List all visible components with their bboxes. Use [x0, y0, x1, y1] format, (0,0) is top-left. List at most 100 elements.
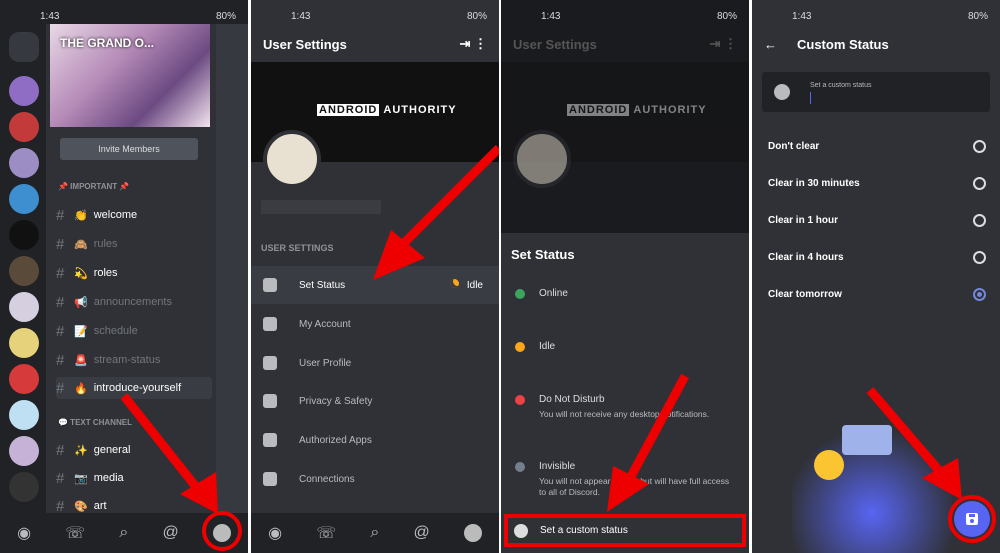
server-icon[interactable]: [9, 472, 39, 502]
server-name[interactable]: THE GRAND O...: [60, 36, 154, 50]
battery-level: 80%: [716, 10, 737, 22]
row-label: Connections: [299, 473, 355, 485]
custom-status-input[interactable]: Set a custom status: [762, 72, 990, 112]
status-idle[interactable]: Idle: [501, 341, 749, 352]
channel-item[interactable]: # 📢 announcements: [56, 291, 212, 313]
profile-avatar-icon[interactable]: [463, 524, 482, 542]
hash-icon: #: [56, 497, 65, 515]
clear-option[interactable]: Clear in 1 hour: [768, 214, 986, 227]
hash-icon: #: [56, 206, 65, 224]
channel-item[interactable]: # 💫 roles: [56, 262, 212, 284]
banner-logo: ANDROID AUTHORITY: [567, 104, 707, 116]
my-account-row[interactable]: My Account: [251, 305, 499, 343]
channel-item[interactable]: # 👏 welcome: [56, 204, 212, 226]
clear-option[interactable]: Don't clear: [768, 140, 986, 153]
mentions-icon[interactable]: @: [163, 524, 179, 542]
row-label: Set Status: [299, 279, 346, 291]
connections-row[interactable]: Connections: [251, 460, 499, 498]
banner-logo: ANDROID AUTHORITY: [317, 104, 457, 116]
status-online[interactable]: Online: [501, 288, 749, 299]
server-icon[interactable]: [9, 364, 39, 394]
battery-level: 80%: [215, 10, 236, 22]
row-label: Set a custom status: [540, 525, 628, 536]
search-icon[interactable]: ⌕: [119, 524, 128, 542]
channel-name: art: [93, 500, 107, 512]
channel-emoji: 💫: [74, 267, 88, 280]
red-arrow-icon: [373, 144, 499, 280]
settings-header: User Settings ⇥ ⋮: [501, 28, 749, 60]
channel-name: welcome: [93, 209, 138, 221]
page-title: User Settings: [513, 36, 597, 52]
server-icon[interactable]: [9, 184, 39, 214]
invite-members-button[interactable]: Invite Members: [60, 138, 198, 160]
logout-icon[interactable]: ⇥ ⋮: [459, 36, 487, 52]
user-profile-row[interactable]: User Profile: [251, 344, 499, 382]
category-important[interactable]: 📌 IMPORTANT 📌: [58, 182, 129, 191]
apps-icon: [263, 433, 277, 447]
set-status-panel: 1:43 80% User Settings ⇥ ⋮ ANDROID AUTHO…: [501, 0, 749, 553]
discord-home-icon[interactable]: ◉: [17, 523, 31, 543]
server-icon[interactable]: [9, 148, 39, 178]
radio-button[interactable]: [973, 251, 986, 264]
custom-status-header: ← Custom Status: [752, 28, 1000, 60]
section-label: USER SETTINGS: [261, 243, 334, 253]
avatar: [513, 130, 571, 188]
status-time: 1:43: [291, 10, 311, 22]
status-icon: [263, 278, 277, 292]
authorized-apps-row[interactable]: Authorized Apps: [251, 421, 499, 459]
channel-emoji: 👏: [74, 209, 88, 222]
input-placeholder: Set a custom status: [810, 82, 872, 89]
custom-status-row[interactable]: Set a custom status: [504, 514, 746, 547]
channel-name: roles: [93, 267, 118, 279]
emoji-face-icon: [514, 523, 528, 538]
server-icon[interactable]: [9, 76, 39, 106]
online-dot-icon: [515, 289, 525, 299]
row-label: My Account: [299, 318, 351, 330]
channel-item[interactable]: # 📝 schedule: [56, 320, 212, 342]
shield-icon: [263, 394, 277, 408]
radio-button-selected[interactable]: [973, 288, 986, 301]
friends-icon[interactable]: ☏: [316, 523, 336, 543]
radio-button[interactable]: [973, 214, 986, 227]
dnd-icon: [515, 395, 525, 405]
status-time: 1:43: [40, 10, 60, 22]
server-icon[interactable]: [9, 256, 39, 286]
friends-icon[interactable]: ☏: [65, 523, 85, 543]
server-icon[interactable]: [9, 292, 39, 322]
emoji-picker-icon[interactable]: [774, 84, 790, 100]
server-icon[interactable]: [9, 436, 39, 466]
hash-icon: #: [56, 441, 65, 459]
user-settings-panel: 1:43 80% User Settings ⇥ ⋮ ANDROID AUTHO…: [251, 0, 499, 553]
hash-icon: #: [56, 379, 65, 397]
status-time: 1:43: [792, 10, 812, 22]
discord-home-icon[interactable]: ◉: [268, 523, 282, 543]
red-arrow-icon: [607, 373, 689, 512]
mentions-icon[interactable]: @: [414, 524, 430, 542]
text-caret: [810, 92, 811, 104]
channel-emoji: 📝: [74, 325, 88, 338]
radio-button[interactable]: [973, 140, 986, 153]
clear-option[interactable]: Clear in 30 minutes: [768, 177, 986, 190]
privacy-row[interactable]: Privacy & Safety: [251, 382, 499, 420]
search-icon[interactable]: ⌕: [370, 524, 379, 542]
channel-emoji: 🚨: [74, 354, 88, 367]
floppy-disk-icon: [966, 513, 978, 525]
clear-option[interactable]: Clear in 4 hours: [768, 251, 986, 264]
row-label: Privacy & Safety: [299, 395, 373, 407]
server-icon[interactable]: [9, 400, 39, 430]
channel-emoji: 🎨: [74, 500, 88, 513]
channel-item[interactable]: # 🚨 stream-status: [56, 349, 212, 371]
avatar[interactable]: [263, 130, 321, 188]
row-label: Authorized Apps: [299, 434, 372, 446]
server-icon[interactable]: [9, 328, 39, 358]
server-icon[interactable]: [9, 112, 39, 142]
radio-button[interactable]: [973, 177, 986, 190]
hash-icon: #: [56, 235, 65, 253]
server-icon[interactable]: [9, 220, 39, 250]
channel-name: stream-status: [93, 354, 161, 366]
clear-option-selected[interactable]: Clear tomorrow: [768, 288, 986, 301]
channel-item[interactable]: # 🙈 rules: [56, 233, 212, 255]
channel-emoji: 🙈: [74, 238, 88, 251]
back-arrow-icon[interactable]: ←: [764, 37, 777, 52]
dm-icon[interactable]: [9, 32, 39, 62]
